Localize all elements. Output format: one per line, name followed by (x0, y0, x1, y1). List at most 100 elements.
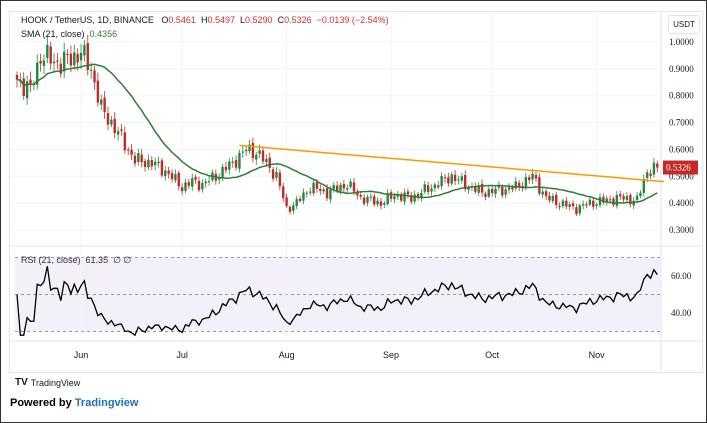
candle-body (383, 203, 386, 205)
candle-body (56, 60, 59, 62)
candle-body (595, 204, 598, 206)
candle-body (561, 200, 565, 206)
candle-body (346, 188, 349, 190)
candle-body (113, 118, 116, 134)
candle-body (167, 170, 170, 174)
candle-body (164, 170, 167, 177)
candle-body (305, 192, 309, 194)
candle-body (255, 154, 258, 160)
candle-body (174, 174, 177, 181)
candle-body (288, 206, 292, 212)
candle-body (555, 194, 558, 205)
candle-body (285, 197, 288, 206)
candle-body (258, 150, 261, 154)
candle-body (123, 132, 127, 151)
time-tick: Oct (485, 350, 500, 360)
rsi-tick: 60.00 (671, 271, 692, 281)
candle-body (241, 151, 244, 153)
candle-body (342, 183, 346, 189)
candle-body (389, 192, 393, 199)
candle-body (332, 185, 335, 189)
powered-by: Powered by Tradingview (10, 397, 138, 409)
candle-body (73, 52, 76, 66)
candle-body (622, 196, 625, 200)
candle-body (187, 182, 191, 186)
candle-body (349, 181, 352, 188)
price-tick: 0.7000 (669, 118, 694, 128)
candle-body (568, 204, 571, 208)
time-tick: Nov (589, 350, 606, 360)
candle-body (450, 174, 453, 184)
candle-body (127, 149, 130, 151)
candle-body (453, 174, 457, 182)
candle-body (66, 54, 69, 56)
candle-body (197, 180, 201, 191)
candle-body (315, 182, 319, 189)
candle-body (83, 45, 86, 56)
candle-body (231, 161, 234, 163)
candle-body (224, 166, 228, 171)
candle-body (393, 196, 396, 200)
candle-body (29, 79, 32, 85)
candle-body (541, 191, 544, 195)
candle-body (39, 60, 42, 64)
candle-body (524, 177, 528, 189)
candle-body (177, 172, 180, 187)
currency-button[interactable]: USDT (668, 15, 700, 34)
price-tick: 0.4000 (669, 198, 694, 208)
candle-body (96, 80, 100, 103)
candle-body (615, 194, 619, 206)
candle-body (565, 200, 568, 207)
candle-body (194, 176, 197, 180)
candle-body (571, 203, 575, 207)
candle-body (22, 78, 25, 96)
candle-body (578, 205, 581, 214)
low-value: 0.5290 (245, 15, 273, 25)
time-tick: Aug (279, 350, 295, 360)
candle-body (49, 46, 52, 64)
candle-body (244, 149, 248, 152)
candle-body (201, 183, 204, 190)
candle-body (15, 74, 19, 80)
candle-body (373, 196, 376, 205)
rsi-legend[interactable]: RSI (21, close) 61.35 ∅ ∅ (21, 255, 131, 266)
candle-body (191, 178, 194, 187)
candle-body (339, 184, 342, 192)
candle-body (89, 69, 93, 71)
candle-body (308, 191, 312, 193)
candle-body (619, 194, 622, 197)
candle-body (120, 129, 123, 131)
sma-value: 0.4356 (89, 29, 118, 39)
candle-body (268, 157, 271, 168)
sma-legend[interactable]: SMA (21, close) 0.4356 (21, 29, 117, 39)
candle-body (302, 192, 305, 201)
tradingview-logo[interactable]: TV TradingView (15, 377, 80, 388)
candle-body (100, 99, 103, 105)
symbol-label: HOOK / TetherUS, 1D, BINANCE (21, 15, 154, 25)
candle-body (147, 159, 150, 168)
powered-by-text: Powered by (10, 397, 72, 409)
rsi-tick: 40.00 (671, 308, 692, 318)
price-tick: 1.0000 (669, 37, 694, 47)
candle-body (298, 198, 302, 202)
candle-body (251, 142, 255, 159)
candle-body (625, 196, 629, 201)
candle-body (366, 196, 369, 203)
candle-body (282, 186, 285, 199)
candle-body (551, 195, 555, 202)
candle-body (322, 189, 325, 192)
candle-body (433, 184, 437, 189)
candle-body (116, 131, 120, 135)
candle-body (110, 119, 113, 125)
chart-canvas[interactable]: 1.00000.90000.80000.70000.60000.50000.40… (1, 1, 706, 422)
candle-body (504, 189, 507, 195)
candle-body (103, 97, 106, 112)
candle-body (325, 188, 329, 199)
candle-body (598, 197, 602, 206)
candle-body (507, 187, 511, 190)
candle-body (369, 196, 373, 198)
rsi-value: 61.35 (85, 255, 109, 265)
close-value: 0.5326 (284, 15, 312, 25)
candle-body (221, 166, 224, 178)
tradingview-link[interactable]: Tradingview (75, 397, 139, 409)
